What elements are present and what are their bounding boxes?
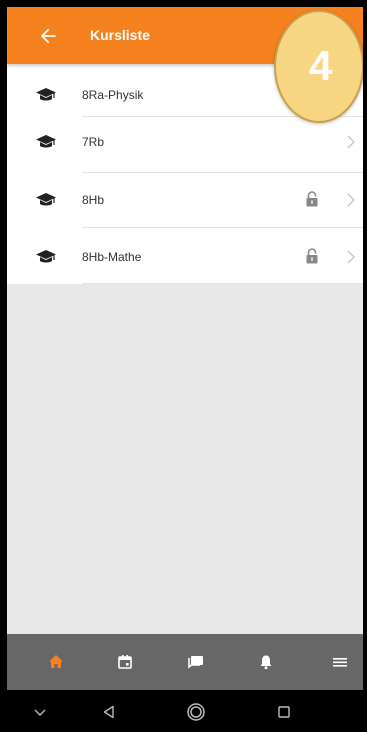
course-row-7rb[interactable]: 7Rb xyxy=(7,117,363,172)
graduation-cap-icon xyxy=(36,193,56,206)
back-triangle-icon xyxy=(103,705,114,719)
chevron-right-icon xyxy=(347,250,355,264)
system-navigation-bar xyxy=(7,690,363,732)
bell-icon xyxy=(260,655,272,670)
nav-menu[interactable] xyxy=(329,651,351,673)
recent-square-icon xyxy=(278,706,290,718)
nav-calendar[interactable] xyxy=(114,651,136,673)
lock-icon xyxy=(306,191,318,207)
lock-icon xyxy=(306,248,318,264)
menu-icon xyxy=(333,658,347,667)
step-badge: 4 xyxy=(274,10,363,123)
course-name: 8Hb-Mathe xyxy=(82,250,142,264)
page-title: Kursliste xyxy=(90,27,150,43)
system-hide-keyboard-button[interactable] xyxy=(29,701,51,723)
home-icon xyxy=(49,655,63,668)
back-button[interactable] xyxy=(37,25,61,47)
system-recents-button[interactable] xyxy=(273,701,295,723)
course-name: 8Hb xyxy=(82,193,105,207)
graduation-cap-icon xyxy=(36,135,56,148)
arrow-left-icon xyxy=(41,29,56,43)
chevron-right-icon xyxy=(347,135,355,149)
nav-home[interactable] xyxy=(45,651,67,673)
course-row-8hb[interactable]: 8Hb xyxy=(7,173,363,228)
system-home-button[interactable] xyxy=(185,701,207,723)
calendar-icon xyxy=(118,655,132,669)
system-back-button[interactable] xyxy=(98,701,120,723)
nav-notifications[interactable] xyxy=(255,651,277,673)
messages-icon xyxy=(188,656,203,669)
nav-messages[interactable] xyxy=(185,651,207,673)
course-name: 8Ra-Physik xyxy=(82,88,144,102)
home-circle-icon xyxy=(187,703,205,721)
chevron-down-icon xyxy=(34,709,46,716)
chevron-right-icon xyxy=(347,193,355,207)
bottom-navigation xyxy=(7,634,363,690)
course-row-8hb-mathe[interactable]: 8Hb-Mathe xyxy=(7,228,363,283)
graduation-cap-icon xyxy=(36,88,56,101)
app-screen: Kursliste 4 8Ra-Physik 7Rb 8Hb 8Hb-Mathe xyxy=(7,7,363,732)
graduation-cap-icon xyxy=(36,250,56,263)
step-badge-number: 4 xyxy=(309,42,333,89)
empty-content-area xyxy=(7,284,363,634)
course-name: 7Rb xyxy=(82,135,105,149)
